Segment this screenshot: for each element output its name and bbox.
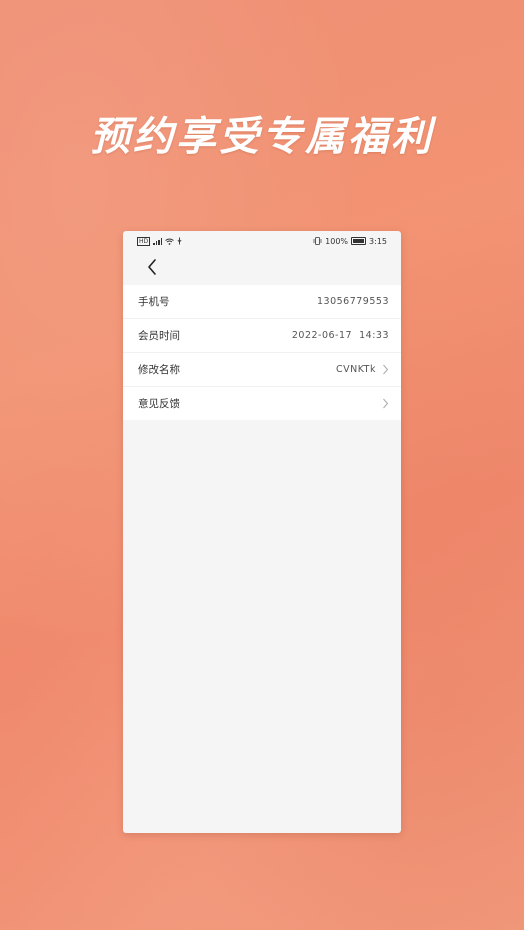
battery-percent: 100%: [325, 236, 349, 246]
vibrate-icon: [313, 237, 322, 245]
row-value: [376, 398, 389, 409]
usb-icon: [177, 237, 182, 245]
status-left: HD: [137, 236, 182, 246]
battery-icon: [351, 237, 367, 245]
row-label: 手机号: [138, 296, 170, 308]
name-value: CVNKTk: [335, 364, 376, 375]
row-phone-number: 手机号 13056779553: [123, 285, 401, 319]
hd-badge: HD: [137, 236, 151, 246]
row-feedback[interactable]: 意见反馈: [123, 387, 401, 420]
row-value: 13056779553: [317, 296, 389, 307]
row-member-time: 会员时间 2022-06-17 14:33: [123, 319, 401, 353]
promo-title: 预约享受专属福利: [90, 114, 434, 160]
row-value: CVNKTk: [336, 364, 389, 375]
status-bar: HD 100% 3:15: [123, 231, 401, 251]
member-time-value: 2022-06-17 14:33: [291, 330, 389, 341]
nav-bar: [123, 251, 401, 285]
clock-time: 3:15: [369, 236, 387, 246]
chevron-right-icon: [383, 364, 389, 375]
profile-list: 手机号 13056779553 会员时间 2022-06-17 14:33 修改…: [123, 285, 401, 420]
row-edit-name[interactable]: 修改名称 CVNKTk: [123, 353, 401, 387]
signal-icon: [153, 237, 163, 245]
chevron-left-icon[interactable]: [145, 257, 159, 277]
wifi-icon: [165, 238, 174, 245]
row-label: 会员时间: [138, 330, 180, 342]
row-label: 意见反馈: [138, 398, 180, 410]
row-label: 修改名称: [138, 364, 180, 376]
phone-number-value: 13056779553: [317, 296, 389, 307]
row-value: 2022-06-17 14:33: [292, 330, 389, 341]
status-right: 100% 3:15: [313, 237, 387, 246]
phone-screen: HD 100% 3:15 手机号 13056779553 会员时间 2022-0…: [123, 231, 401, 833]
chevron-right-icon: [383, 398, 389, 409]
